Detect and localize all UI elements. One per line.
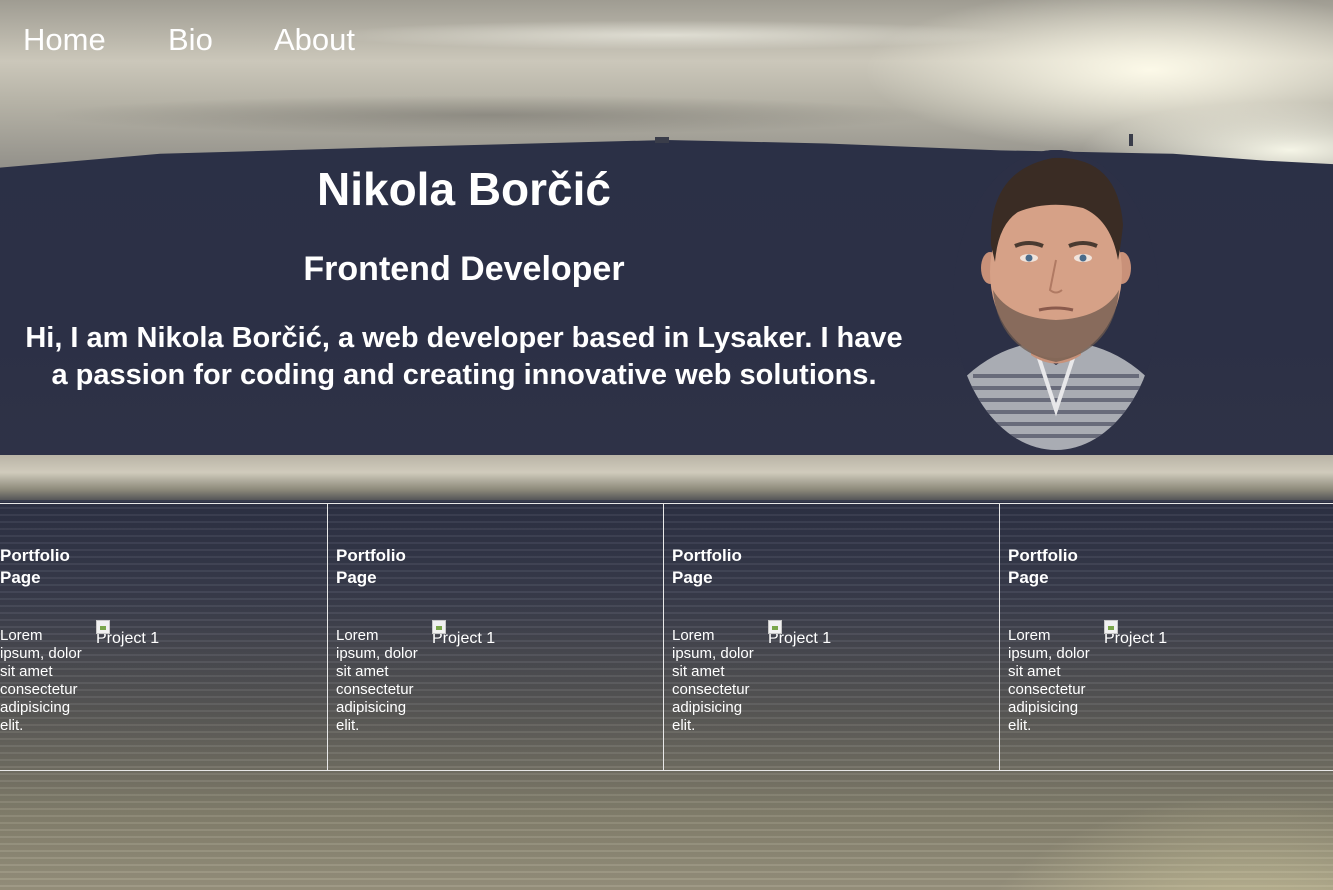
portfolio-card[interactable]: Portfolio Page Lorem ipsum, dolor sit am… [1001, 504, 1333, 770]
card-description: Lorem ipsum, dolor sit amet consectetur … [672, 627, 754, 734]
broken-image-icon [1104, 620, 1118, 634]
card-title: Portfolio Page [1008, 546, 1078, 587]
project-image[interactable]: Project 1 [432, 620, 552, 660]
avatar [953, 150, 1159, 450]
card-description: Lorem ipsum, dolor sit amet consectetur … [1008, 627, 1090, 734]
portfolio-card[interactable]: Portfolio Page Lorem ipsum, dolor sit am… [329, 504, 664, 770]
hero-role: Frontend Developer [303, 250, 625, 288]
broken-image-icon [432, 620, 446, 634]
card-title: Portfolio Page [336, 546, 406, 587]
card-description: Lorem ipsum, dolor sit amet consectetur … [336, 627, 418, 734]
portfolio-card[interactable]: Portfolio Page Lorem ipsum, dolor sit am… [0, 504, 328, 770]
hero-section: Nikola Borčić Frontend Developer Hi, I a… [0, 0, 1333, 500]
project-image[interactable]: Project 1 [1104, 620, 1224, 660]
card-description: Lorem ipsum, dolor sit amet consectetur … [0, 627, 82, 734]
project-image[interactable]: Project 1 [768, 620, 888, 660]
portfolio-card[interactable]: Portfolio Page Lorem ipsum, dolor sit am… [665, 504, 1000, 770]
project-image[interactable]: Project 1 [96, 620, 216, 660]
broken-image-icon [768, 620, 782, 634]
avatar-portrait [953, 150, 1159, 450]
card-title: Portfolio Page [672, 546, 742, 587]
broken-image-icon [96, 620, 110, 634]
card-title: Portfolio Page [0, 546, 70, 587]
portfolio-grid: Portfolio Page Lorem ipsum, dolor sit am… [0, 503, 1333, 771]
hero-name: Nikola Borčić [317, 163, 611, 215]
hero-intro: Hi, I am Nikola Borčić, a web developer … [25, 322, 903, 391]
